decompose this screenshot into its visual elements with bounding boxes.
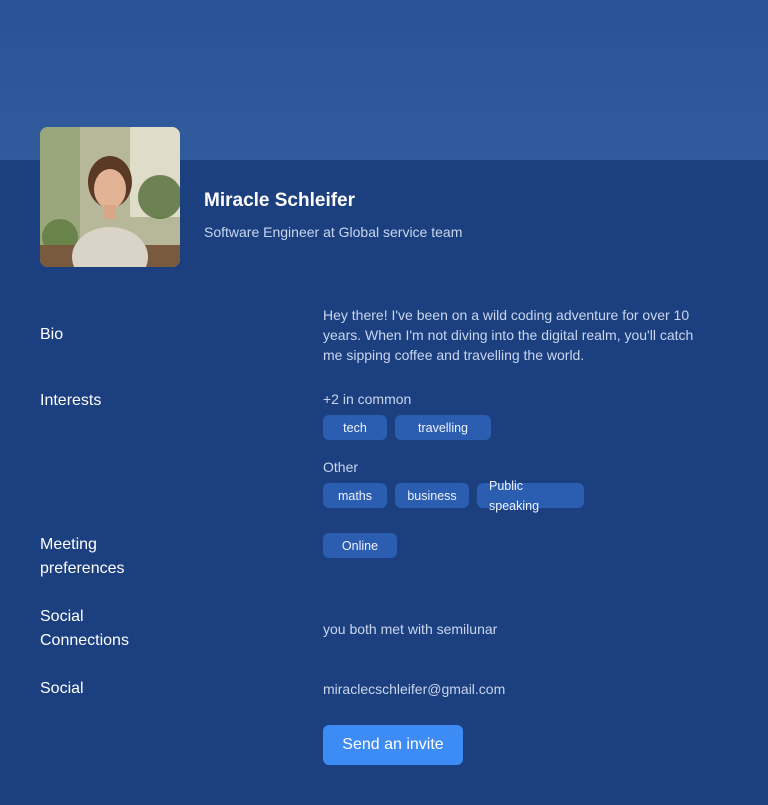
send-invite-button[interactable]: Send an invite (323, 725, 463, 765)
social-email-link[interactable]: miraclecschleifer@gmail.com (323, 679, 505, 699)
meeting-label-line1: Meeting (40, 536, 97, 553)
interests-other-group: Other (323, 457, 358, 477)
bio-label: Bio (40, 326, 64, 343)
bio-text: Hey there! I've been on a wild coding ad… (323, 307, 694, 363)
avatar-photo (40, 127, 180, 267)
avatar (40, 127, 180, 267)
interests-label: Interests (40, 392, 102, 409)
interests-common-chips: tech travelling (323, 415, 491, 440)
profile-title: Software Engineer at Global service team (204, 224, 463, 240)
interest-chip-business[interactable]: business (395, 483, 469, 508)
interests-common-group: +2 in common (323, 389, 411, 409)
interest-chip-travelling[interactable]: travelling (395, 415, 491, 440)
interest-chip-tech[interactable]: tech (323, 415, 387, 440)
social-label: Social (40, 680, 84, 697)
interests-common-title: +2 in common (323, 391, 412, 407)
interest-chip-public-speaking[interactable]: Public speaking (477, 479, 584, 513)
profile-name: Miracle Schleifer (204, 190, 356, 211)
social-connections-label: Social Connections (40, 605, 180, 653)
interest-chip-maths[interactable]: maths (323, 483, 387, 508)
interests-other-chips: maths business Public speaking (323, 479, 584, 513)
meeting-preferences-chips: Online (323, 533, 397, 558)
meeting-preferences-label: Meeting preferences (40, 533, 180, 581)
interests-other-title: Other (323, 459, 359, 475)
meeting-chip-online[interactable]: Online (323, 533, 397, 558)
social-connections-label-line1: Social (40, 608, 84, 625)
social-connections-label-line2: Connections (40, 632, 129, 649)
social-connections-text: you both met with semilunar (323, 621, 498, 637)
meeting-label-line2: preferences (40, 560, 125, 577)
